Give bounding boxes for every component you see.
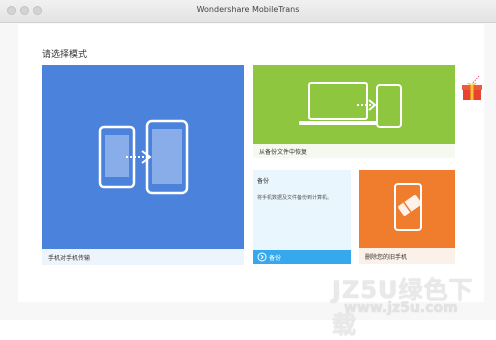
page-heading: 请选择模式: [42, 50, 88, 60]
restore-laptop-icon: [299, 82, 402, 128]
phone-transfer-label: 手机对手机传输: [48, 255, 91, 262]
backup-arrow-icon: [257, 252, 267, 262]
erase-label: 删除您的旧手机: [365, 254, 408, 261]
window-title: Wondershare MobileTrans: [196, 5, 300, 14]
erase-card[interactable]: 删除您的旧手机: [359, 170, 455, 264]
backup-card[interactable]: 备份 将手机数据及文件备份到计算机。 备份: [253, 170, 351, 264]
phone-transfer-label-bar: 手机对手机传输: [42, 249, 244, 265]
phone-transfer-card[interactable]: 手机对手机传输: [42, 65, 244, 265]
title-bar: Wondershare MobileTrans: [0, 0, 496, 23]
backup-button[interactable]: 备份: [253, 250, 351, 264]
watermark-url: www.jz5u.com: [344, 300, 458, 316]
backup-button-label: 备份: [269, 255, 282, 262]
backup-description: 将手机数据及文件备份到计算机。: [257, 195, 333, 201]
restore-card[interactable]: 从备份文件中恢复: [253, 65, 455, 158]
erase-label-bar: 删除您的旧手机: [359, 248, 455, 264]
phone-transfer-icon: [98, 119, 189, 195]
restore-label-bar: 从备份文件中恢复: [253, 144, 455, 158]
restore-label: 从备份文件中恢复: [259, 149, 308, 156]
backup-title: 备份: [257, 178, 270, 185]
gift-icon[interactable]: [461, 76, 483, 102]
app-window: Wondershare MobileTrans 请选择模式 手机对手机传输 从备…: [0, 0, 496, 339]
erase-phone-icon: [394, 183, 422, 231]
